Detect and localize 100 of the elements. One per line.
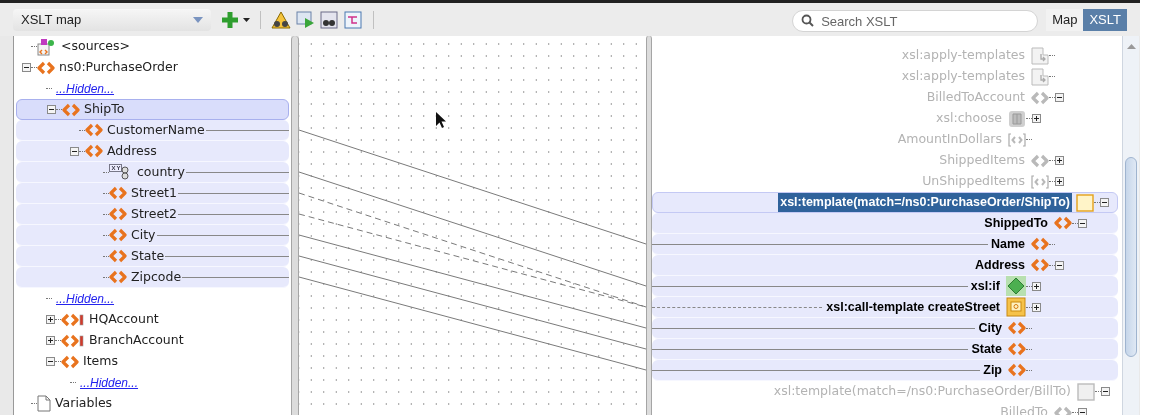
view-tab[interactable]: Map bbox=[1046, 8, 1084, 31]
tree-node-label[interactable]: City bbox=[131, 225, 156, 245]
tree-row-highlight[interactable]: Zip bbox=[652, 360, 1118, 381]
tree-node-label[interactable]: xsl:template(match=/ns0:PurchaseOrder/ShipTo) bbox=[778, 193, 1072, 212]
hidden-link[interactable]: ...Hidden... bbox=[56, 79, 115, 98]
tree-row-highlight[interactable]: Address bbox=[652, 255, 1118, 276]
tree-node-label[interactable]: Items bbox=[83, 352, 118, 371]
tree-node-label[interactable]: Name bbox=[988, 234, 1027, 254]
expand-toggle[interactable] bbox=[46, 336, 55, 345]
element-icon bbox=[109, 228, 127, 242]
tree-node-label[interactable]: Street2 bbox=[131, 204, 177, 224]
mapping-line[interactable] bbox=[299, 234, 646, 329]
tree-row-highlight[interactable]: xsl:if bbox=[652, 276, 1118, 297]
tree-row-highlight[interactable]: State bbox=[652, 339, 1118, 360]
scrollbar[interactable] bbox=[1122, 36, 1139, 415]
tree-node-label[interactable]: Street1 bbox=[131, 183, 177, 203]
collapse-toggle[interactable] bbox=[22, 63, 31, 72]
caret-icon bbox=[193, 16, 203, 23]
tree-node-label[interactable]: HQAccount bbox=[89, 310, 159, 329]
expand-toggle[interactable] bbox=[1055, 177, 1064, 186]
element-icon bbox=[85, 123, 103, 137]
diamond-icon bbox=[1006, 276, 1026, 296]
tree-node-label[interactable]: xsl:call-template createStreet bbox=[824, 297, 1002, 317]
tree-row-highlight[interactable]: Street1 bbox=[16, 183, 289, 204]
collapse-toggle[interactable] bbox=[1055, 260, 1064, 270]
page-arrow-icon bbox=[1031, 67, 1049, 86]
warning-icon bbox=[271, 10, 291, 29]
tree-node-label[interactable]: <sources> bbox=[61, 37, 130, 56]
tree-row-highlight[interactable]: country bbox=[16, 162, 289, 183]
map-selector-dropdown[interactable]: XSLT map bbox=[13, 8, 211, 31]
scroll-up-icon bbox=[1126, 44, 1136, 49]
element-icon bbox=[37, 60, 55, 75]
window-tree-icon bbox=[344, 10, 362, 29]
collapse-toggle[interactable] bbox=[1100, 198, 1109, 207]
warning-binoculars-button[interactable] bbox=[271, 9, 291, 30]
tree-row-highlight[interactable]: Address bbox=[16, 141, 289, 162]
tree-node-label[interactable]: City bbox=[976, 318, 1004, 338]
element-icon bbox=[109, 207, 127, 221]
tree-node-label[interactable]: Address bbox=[972, 255, 1027, 275]
expand-toggle[interactable] bbox=[46, 315, 55, 324]
required-element-icon bbox=[61, 312, 85, 327]
tree-row-highlight[interactable]: Zipcode bbox=[16, 267, 289, 288]
hidden-link[interactable]: ...Hidden... bbox=[56, 289, 115, 308]
collapse-toggle[interactable] bbox=[1055, 93, 1064, 102]
window-binoculars-icon bbox=[320, 10, 338, 29]
element-icon bbox=[1008, 363, 1026, 377]
template-icon bbox=[1077, 382, 1095, 401]
tree-node-label[interactable]: ShippedTo bbox=[982, 213, 1050, 233]
test-button[interactable] bbox=[319, 9, 339, 30]
mapping-line[interactable] bbox=[299, 192, 646, 308]
tree-row-highlight[interactable]: CustomerName bbox=[16, 120, 289, 141]
tree-row-highlight[interactable]: City bbox=[16, 225, 289, 246]
expand-toggle[interactable] bbox=[1032, 281, 1041, 291]
tree-node-label[interactable]: CustomerName bbox=[107, 120, 205, 140]
tree-node-label[interactable]: Zip bbox=[981, 360, 1004, 380]
add-button[interactable] bbox=[221, 10, 250, 29]
tree-node-label[interactable]: BranchAccount bbox=[89, 331, 184, 350]
tree-node-label[interactable]: State bbox=[131, 246, 165, 266]
tree-node-label[interactable]: Zipcode bbox=[131, 267, 182, 287]
element-icon bbox=[1008, 342, 1026, 356]
tree-row-highlight[interactable]: Street2 bbox=[16, 204, 289, 225]
element-icon bbox=[109, 270, 127, 284]
mapping-line[interactable] bbox=[299, 255, 646, 350]
collapse-toggle[interactable] bbox=[1078, 408, 1087, 415]
tree-node-label[interactable]: country bbox=[137, 162, 185, 182]
tree-row-highlight[interactable]: ShippedTo bbox=[652, 213, 1118, 234]
element-icon bbox=[1054, 216, 1072, 230]
mapping-line[interactable] bbox=[299, 213, 646, 308]
expand-toggle[interactable] bbox=[1055, 156, 1064, 165]
search-field[interactable]: Search XSLT bbox=[792, 10, 1039, 32]
view-tab[interactable]: XSLT bbox=[1083, 8, 1127, 31]
expand-toggle[interactable] bbox=[1032, 302, 1041, 312]
element-icon bbox=[1031, 237, 1049, 251]
element-icon bbox=[61, 354, 79, 369]
tree-node-label[interactable]: xsl:if bbox=[968, 276, 1002, 296]
expand-toggle[interactable] bbox=[1032, 114, 1041, 123]
collapse-toggle[interactable] bbox=[1101, 387, 1110, 396]
tree-row-highlight[interactable]: State bbox=[16, 246, 289, 267]
tree-row-highlight[interactable]: City bbox=[652, 318, 1118, 339]
tree-node-label[interactable]: Variables bbox=[55, 394, 113, 413]
tree-row-highlight[interactable]: xsl:call-template createStreet bbox=[652, 297, 1118, 318]
page-arrow-icon bbox=[1031, 46, 1049, 65]
collapse-toggle[interactable] bbox=[1078, 218, 1087, 228]
bracketed-element-icon bbox=[1008, 132, 1026, 147]
cursor-icon bbox=[436, 112, 447, 129]
required-element-icon bbox=[61, 333, 85, 348]
element-icon bbox=[109, 186, 127, 200]
tree-node-label[interactable]: Address bbox=[107, 141, 157, 161]
scrollbar-thumb[interactable] bbox=[1125, 157, 1137, 357]
collapse-toggle[interactable] bbox=[46, 357, 55, 366]
tree-row-highlight[interactable]: Name bbox=[652, 234, 1118, 255]
tree-node-label[interactable]: State bbox=[969, 339, 1004, 359]
window-play-icon bbox=[295, 10, 315, 29]
hidden-link[interactable]: ...Hidden... bbox=[80, 373, 139, 392]
tree-row-highlight[interactable]: ShipTo bbox=[16, 99, 289, 120]
tree-node-label[interactable]: ns0:PurchaseOrder bbox=[59, 58, 178, 77]
collapse-toggle[interactable] bbox=[47, 105, 56, 114]
tree-row-highlight[interactable]: xsl:template(match=/ns0:PurchaseOrder/ShipTo) bbox=[652, 192, 1118, 213]
collapse-toggle[interactable] bbox=[70, 146, 79, 156]
tree-node-label[interactable]: ShipTo bbox=[84, 100, 125, 119]
